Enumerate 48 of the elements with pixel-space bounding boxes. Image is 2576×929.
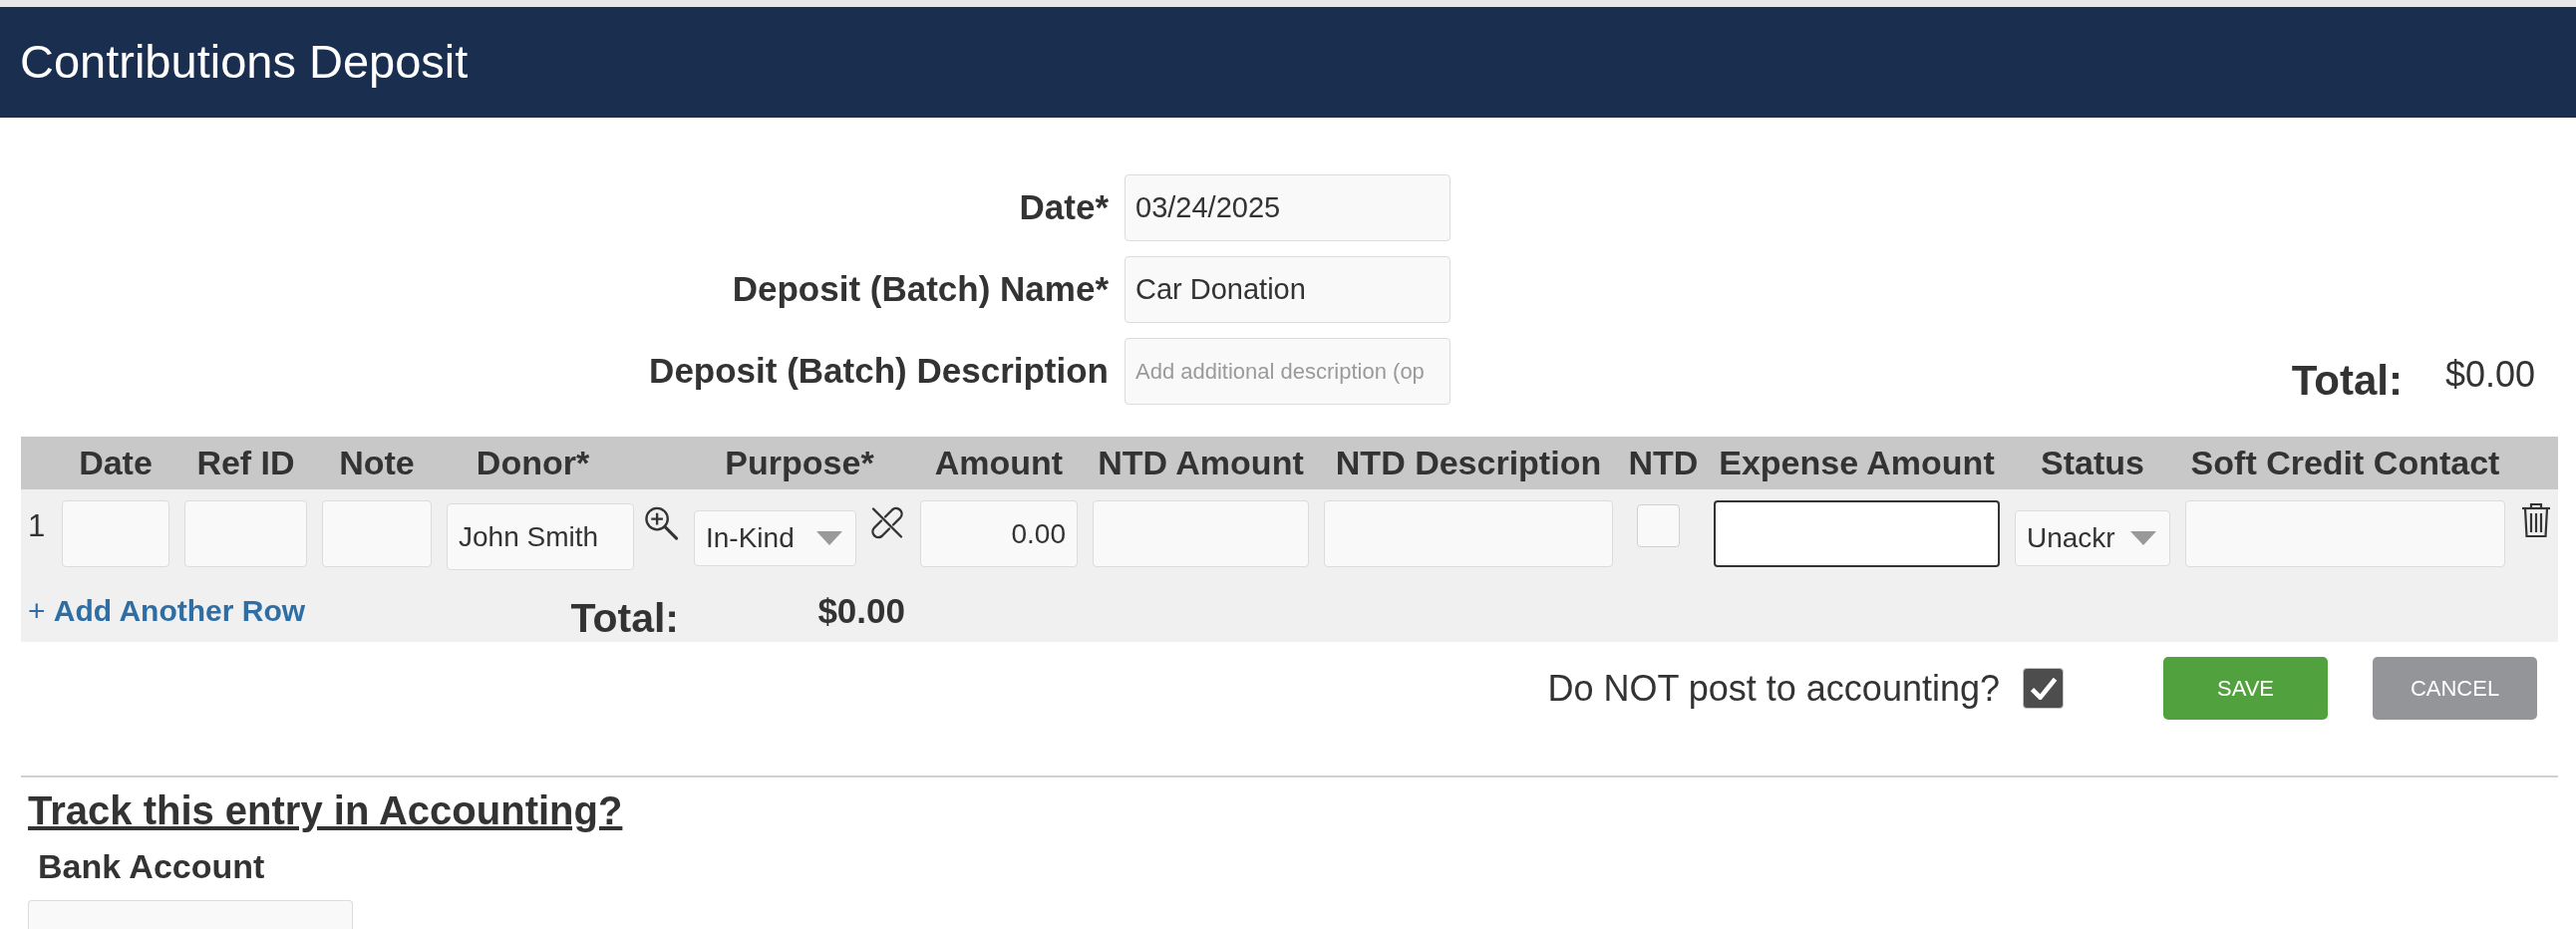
date-field[interactable]: 03/24/2025 (1125, 174, 1450, 241)
checkbox-label: Do NOT post to accounting? (1547, 667, 2000, 710)
total-label: Total: (2291, 356, 2403, 405)
column-header: NTD Amount (1098, 443, 1304, 483)
ntd-checkbox[interactable] (1637, 504, 1680, 547)
amount-field[interactable]: 0.00 (920, 500, 1078, 567)
total-amount: $0.00 (817, 591, 905, 632)
batch-description-field[interactable]: Add additional description (op (1125, 338, 1450, 405)
batch-name-field[interactable]: Car Donation (1125, 256, 1450, 323)
row-number: 1 (28, 508, 46, 544)
ref-id-field[interactable] (184, 500, 307, 567)
column-header: NTD (1628, 443, 1699, 483)
column-header: Donor* (476, 443, 590, 483)
soft-credit-contact-field[interactable] (2185, 500, 2505, 567)
column-header: NTD Description (1335, 443, 1602, 483)
field-label: Deposit (Batch) Name* (732, 269, 1109, 310)
check-icon (2029, 677, 2058, 700)
checkbox[interactable] (2023, 668, 2064, 709)
field-label: Date* (1019, 187, 1109, 228)
column-header: Amount (934, 443, 1064, 483)
caret-icon (2130, 531, 2156, 545)
note-field[interactable] (322, 500, 432, 567)
column-header: Note (339, 443, 415, 483)
column-header: Date (79, 443, 153, 483)
ntd-description-field[interactable] (1324, 500, 1613, 567)
bank-account-field[interactable] (28, 900, 353, 929)
total-amount: $0.00 (2444, 353, 2535, 395)
status-select[interactable]: Unackr (2015, 510, 2170, 566)
purpose-select[interactable]: In-Kind (694, 510, 856, 566)
column-header: Soft Credit Contact (2190, 443, 2500, 483)
expense-amount-field[interactable] (1714, 500, 2000, 567)
broken-link-icon[interactable] (869, 504, 905, 541)
column-header: Ref ID (196, 443, 295, 483)
page-title: Contributions Deposit (20, 35, 469, 90)
trash-icon[interactable] (2520, 501, 2552, 538)
column-header: Expense Amount (1719, 443, 1995, 483)
column-header: Status (2041, 443, 2144, 483)
add-row-link[interactable]: + Add Another Row (28, 594, 306, 629)
total-label: Total: (570, 595, 679, 643)
column-header: Purpose* (725, 443, 874, 483)
section-heading: Track this entry in Accounting? (28, 787, 623, 833)
caret-icon (816, 531, 842, 545)
ntd-amount-field[interactable] (1093, 500, 1309, 567)
zoom-in-icon[interactable] (643, 505, 679, 540)
date-field[interactable] (62, 500, 169, 567)
field-label: Bank Account (38, 847, 265, 887)
donor-field[interactable]: John Smith (447, 503, 634, 570)
field-label: Deposit (Batch) Description (649, 351, 1109, 392)
